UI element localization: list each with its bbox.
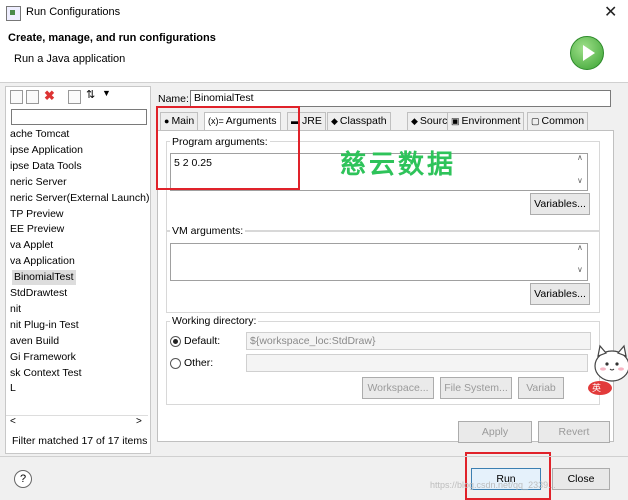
common-icon: ▢ xyxy=(531,116,540,126)
tab-classpath[interactable]: ◆ Classpath xyxy=(327,112,391,130)
file-system-button[interactable]: File System... xyxy=(440,377,512,399)
tree-item[interactable]: neric Server xyxy=(10,175,67,190)
radio-unchecked-icon[interactable] xyxy=(170,357,181,369)
name-label: Name: xyxy=(158,93,189,105)
horizontal-scrollbar[interactable]: < > xyxy=(6,415,148,430)
other-radio[interactable]: Other: xyxy=(170,357,213,369)
tree-item[interactable]: L xyxy=(10,381,16,396)
scroll-down-icon[interactable]: ∨ xyxy=(577,265,611,274)
scroll-up-icon[interactable]: ∧ xyxy=(577,153,611,162)
vm-args-label: VM arguments: xyxy=(170,225,246,237)
close-icon[interactable]: ✕ xyxy=(604,2,617,22)
tree-item[interactable]: nit xyxy=(10,302,21,317)
tab-label: JRE xyxy=(302,115,322,127)
run-play-icon xyxy=(570,36,604,70)
list-toolbar: ✖ ⇅ ▼ xyxy=(6,87,150,105)
collapse-all-icon[interactable] xyxy=(68,90,81,104)
tab-common[interactable]: ▢ Common xyxy=(527,112,589,130)
delete-icon[interactable]: ✖ xyxy=(44,88,55,104)
tree-item[interactable]: TP Preview xyxy=(10,207,64,222)
other-dir-field[interactable] xyxy=(246,354,588,372)
close-button[interactable]: Close xyxy=(552,468,610,490)
tree-item[interactable]: StdDrawtest xyxy=(10,286,67,301)
tree-item[interactable]: Gi Framework xyxy=(10,350,76,365)
url-watermark: https://blog.csdn.net/qq_2339... xyxy=(430,480,556,490)
revert-button[interactable]: Revert xyxy=(538,421,610,443)
default-dir-field: ${workspace_loc:StdDraw} xyxy=(246,332,591,350)
scroll-left-icon[interactable]: < xyxy=(10,416,16,427)
footer-separator xyxy=(0,456,628,457)
tree-item[interactable]: BinomialTest xyxy=(12,270,76,286)
tree-item[interactable]: nit Plug-in Test xyxy=(10,318,79,333)
tree-item[interactable]: ipse Data Tools xyxy=(10,159,82,174)
vm-args-input[interactable] xyxy=(170,243,588,281)
tree-item[interactable]: sk Context Test xyxy=(10,366,82,381)
app-icon xyxy=(6,6,21,21)
tab-environment[interactable]: ▣ Environment xyxy=(447,112,525,130)
source-icon: ◆ xyxy=(411,116,418,126)
working-dir-label: Working directory: xyxy=(170,315,259,327)
configuration-list-panel: ✖ ⇅ ▼ ache Tomcat ipse Application ipse Da… xyxy=(5,86,151,454)
variables-button[interactable]: Variab xyxy=(518,377,564,399)
help-icon[interactable]: ? xyxy=(14,470,32,488)
name-field[interactable]: BinomialTest xyxy=(190,90,611,107)
radio-checked-icon[interactable] xyxy=(170,335,181,347)
tree-item[interactable]: aven Build xyxy=(10,334,59,349)
filter-icon[interactable]: ⇅ xyxy=(86,88,97,101)
workspace-button[interactable]: Workspace... xyxy=(362,377,434,399)
environment-icon: ▣ xyxy=(451,116,460,126)
tree-item[interactable]: ache Tomcat xyxy=(10,127,69,142)
sticker-text: 英 xyxy=(592,383,602,393)
header-subtitle: Run a Java application xyxy=(14,53,126,65)
highlight-arguments xyxy=(156,106,300,190)
dialog-header: Create, manage, and run configurations R… xyxy=(0,26,628,83)
chevron-down-icon[interactable]: ▼ xyxy=(102,88,111,98)
tab-label: Classpath xyxy=(339,115,387,127)
program-variables-button[interactable]: Variables... xyxy=(530,193,590,215)
tree-item[interactable]: ipse Application xyxy=(10,143,83,158)
tab-label: Environment xyxy=(461,115,521,127)
window-title: Run Configurations xyxy=(26,6,121,18)
filter-status: Filter matched 17 of 17 items xyxy=(12,435,148,447)
other-label: Other: xyxy=(184,357,214,369)
vm-variables-button[interactable]: Variables... xyxy=(530,283,590,305)
tab-label: Common xyxy=(541,115,585,127)
scroll-right-icon[interactable]: > xyxy=(136,416,142,427)
apply-button[interactable]: Apply xyxy=(458,421,532,443)
tree-item[interactable]: EE Preview xyxy=(10,222,64,237)
tree-item[interactable]: va Applet xyxy=(10,238,53,253)
default-radio[interactable]: Default: xyxy=(170,335,220,347)
classpath-icon: ◆ xyxy=(331,116,338,126)
default-label: Default: xyxy=(184,335,221,347)
new-config-icon[interactable] xyxy=(10,90,23,104)
tree-item[interactable]: va Application xyxy=(10,254,75,269)
header-title: Create, manage, and run configurations xyxy=(8,32,216,44)
filter-input[interactable] xyxy=(11,109,147,125)
duplicate-icon[interactable] xyxy=(26,90,39,104)
watermark: 慈云数据 xyxy=(340,149,457,179)
tree-item[interactable]: neric Server(External Launch) xyxy=(10,191,149,206)
scroll-down-icon[interactable]: ∨ xyxy=(577,176,611,185)
scroll-up-icon[interactable]: ∧ xyxy=(577,243,611,252)
title-bar: Run Configurations ✕ xyxy=(0,0,628,26)
cat-sticker: 英 xyxy=(586,344,628,398)
